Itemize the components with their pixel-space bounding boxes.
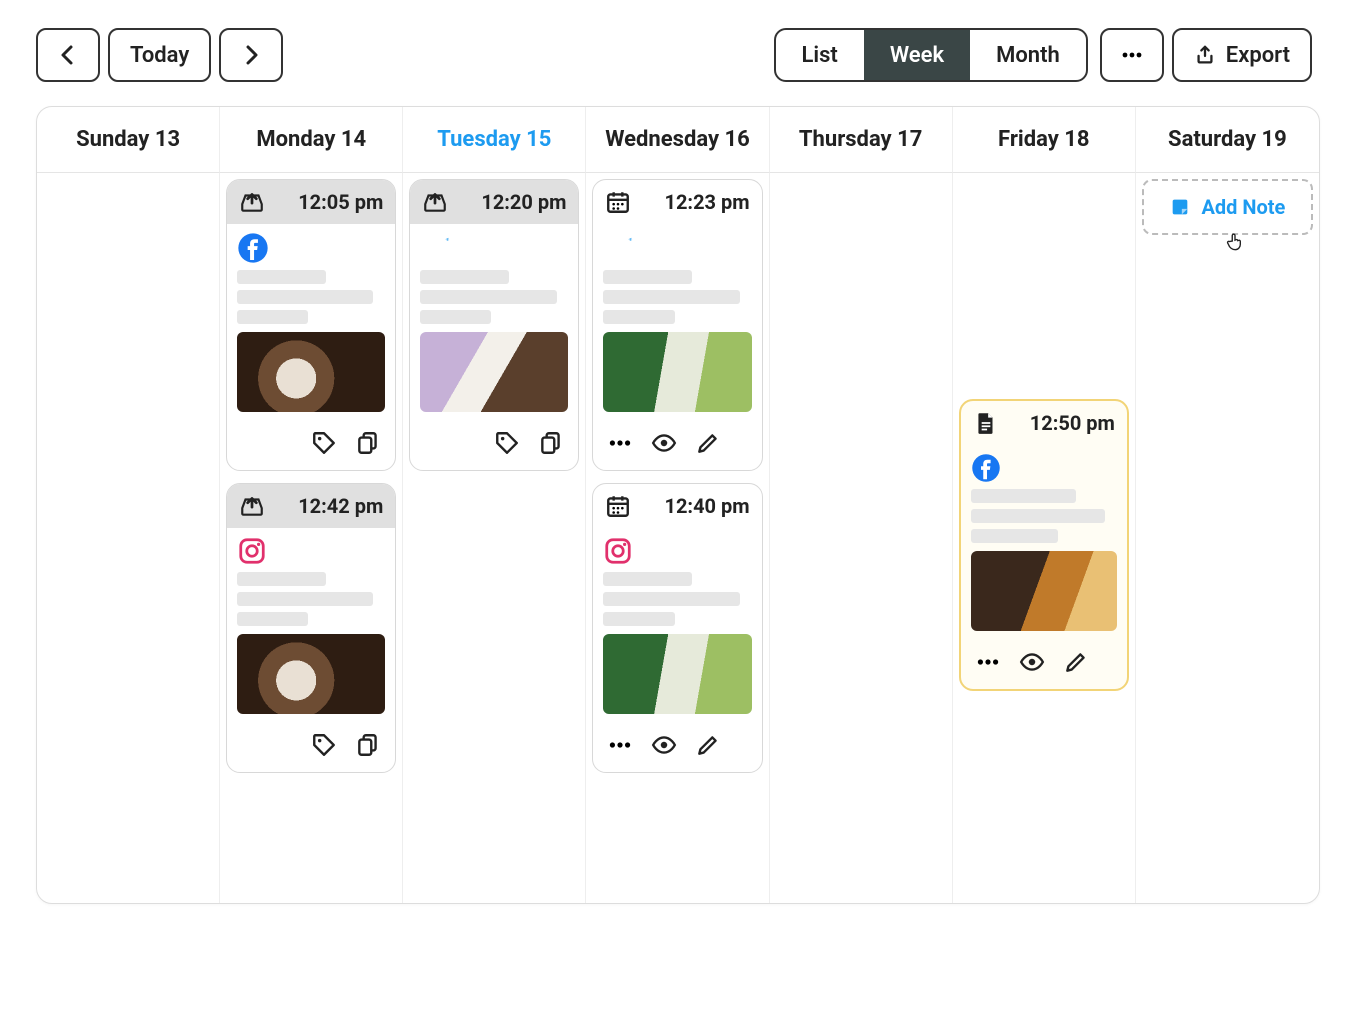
today-button[interactable]: Today [108, 28, 211, 82]
post-thumbnail [603, 332, 751, 412]
text-placeholder [237, 572, 326, 586]
text-placeholder [603, 572, 692, 586]
day-column-monday[interactable]: 12:05 pm 12:42 pm [220, 173, 403, 903]
text-placeholder [237, 270, 326, 284]
day-column-sunday[interactable] [37, 173, 220, 903]
cursor-hand-icon [1224, 231, 1246, 253]
day-header: Thursday 17 [770, 107, 953, 173]
eye-icon[interactable] [1019, 649, 1045, 675]
calendar-icon [605, 189, 631, 215]
instagram-icon [237, 536, 267, 566]
edit-icon[interactable] [695, 732, 721, 758]
tag-icon[interactable] [311, 732, 337, 758]
post-thumbnail [420, 332, 568, 412]
post-time: 12:23 pm [631, 190, 749, 214]
twitter-icon [420, 232, 452, 264]
facebook-icon [971, 453, 1001, 483]
next-button[interactable] [219, 28, 283, 82]
tag-icon[interactable] [494, 430, 520, 456]
export-label: Export [1226, 43, 1290, 68]
text-placeholder [237, 290, 373, 304]
ellipsis-icon[interactable] [607, 732, 633, 758]
eye-icon[interactable] [651, 430, 677, 456]
eye-icon[interactable] [651, 732, 677, 758]
copy-icon[interactable] [538, 430, 564, 456]
text-placeholder [420, 290, 556, 304]
export-icon [1194, 44, 1216, 66]
instagram-icon [603, 536, 633, 566]
document-icon [973, 410, 999, 436]
text-placeholder [603, 612, 674, 626]
view-month[interactable]: Month [970, 30, 1086, 80]
add-note-button[interactable]: Add Note [1142, 179, 1313, 235]
outbox-icon [239, 189, 265, 215]
text-placeholder [237, 310, 308, 324]
view-list[interactable]: List [776, 30, 864, 80]
ellipsis-icon [1120, 43, 1144, 67]
arrow-left-icon [56, 43, 80, 67]
day-column-friday[interactable]: 12:50 pm [953, 173, 1136, 903]
day-header-row: Sunday 13 Monday 14 Tuesday 15 Wednesday… [37, 107, 1319, 173]
export-button[interactable]: Export [1172, 28, 1312, 82]
week-calendar: Sunday 13 Monday 14 Tuesday 15 Wednesday… [36, 106, 1320, 904]
post-card[interactable]: 12:20 pm [409, 179, 579, 471]
day-header: Monday 14 [220, 107, 403, 173]
view-switcher: List Week Month [774, 28, 1088, 82]
text-placeholder [420, 270, 509, 284]
day-column-thursday[interactable] [770, 173, 953, 903]
post-thumbnail [971, 551, 1117, 631]
day-body-row: 12:05 pm 12:42 pm [37, 173, 1319, 903]
day-column-saturday[interactable]: Add Note [1136, 173, 1319, 903]
text-placeholder [603, 592, 739, 606]
twitter-icon [603, 232, 635, 264]
text-placeholder [237, 592, 373, 606]
copy-icon[interactable] [355, 732, 381, 758]
post-card[interactable]: 12:42 pm [226, 483, 396, 773]
day-header: Saturday 19 [1136, 107, 1319, 173]
prev-button[interactable] [36, 28, 100, 82]
post-time: 12:20 pm [448, 190, 566, 214]
day-column-wednesday[interactable]: 12:23 pm 12:40 pm [586, 173, 769, 903]
post-time: 12:50 pm [999, 411, 1115, 435]
calendar-icon [605, 493, 631, 519]
edit-icon[interactable] [1063, 649, 1089, 675]
more-menu-button[interactable] [1100, 28, 1164, 82]
text-placeholder [237, 612, 308, 626]
outbox-icon [422, 189, 448, 215]
day-header: Friday 18 [953, 107, 1136, 173]
day-header: Tuesday 15 [403, 107, 586, 173]
text-placeholder [971, 509, 1105, 523]
post-card[interactable]: 12:40 pm [592, 483, 762, 773]
note-icon [1169, 196, 1191, 218]
ellipsis-icon[interactable] [607, 430, 633, 456]
post-thumbnail [237, 332, 385, 412]
text-placeholder [603, 310, 674, 324]
text-placeholder [420, 310, 491, 324]
day-column-tuesday[interactable]: 12:20 pm [403, 173, 586, 903]
text-placeholder [603, 290, 739, 304]
post-time: 12:40 pm [631, 494, 749, 518]
ellipsis-icon[interactable] [975, 649, 1001, 675]
post-time: 12:05 pm [265, 190, 383, 214]
post-card[interactable]: 12:50 pm [959, 399, 1129, 691]
text-placeholder [971, 529, 1059, 543]
post-card[interactable]: 12:05 pm [226, 179, 396, 471]
post-card[interactable]: 12:23 pm [592, 179, 762, 471]
post-thumbnail [237, 634, 385, 714]
edit-icon[interactable] [695, 430, 721, 456]
text-placeholder [971, 489, 1076, 503]
view-week[interactable]: Week [864, 30, 970, 80]
text-placeholder [603, 270, 692, 284]
day-header: Sunday 13 [37, 107, 220, 173]
day-header: Wednesday 16 [586, 107, 769, 173]
arrow-right-icon [239, 43, 263, 67]
copy-icon[interactable] [355, 430, 381, 456]
tag-icon[interactable] [311, 430, 337, 456]
add-note-label: Add Note [1201, 195, 1285, 219]
outbox-icon [239, 493, 265, 519]
post-time: 12:42 pm [265, 494, 383, 518]
post-thumbnail [603, 634, 751, 714]
toolbar: Today List Week Month Export [0, 0, 1356, 98]
facebook-icon [237, 232, 269, 264]
